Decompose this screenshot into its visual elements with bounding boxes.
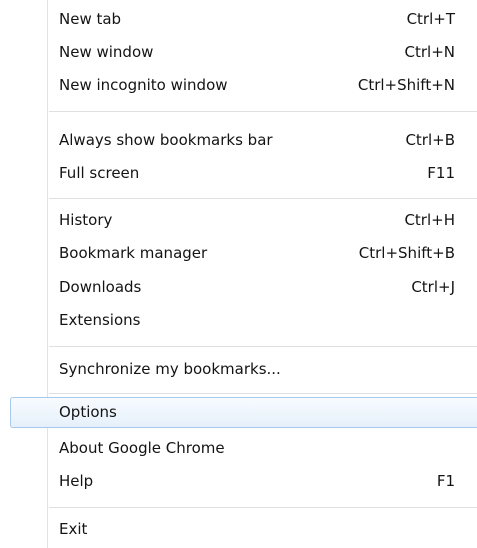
- chrome-wrench-menu: New tab Ctrl+T New window Ctrl+N New inc…: [0, 0, 477, 548]
- menu-item-shortcut: Ctrl+N: [404, 43, 455, 61]
- menu-item-label: Exit: [59, 520, 88, 538]
- menu-separator: [49, 346, 477, 348]
- menu-item-downloads[interactable]: Downloads Ctrl+J: [10, 272, 477, 303]
- menu-item-always-show-bookmarks-bar[interactable]: Always show bookmarks bar Ctrl+B: [10, 125, 477, 156]
- menu-item-label: History: [59, 211, 113, 229]
- menu-item-label: Options: [59, 403, 117, 421]
- menu-separator: [49, 111, 477, 113]
- menu-separator: [49, 393, 477, 395]
- menu-item-label: Help: [59, 472, 94, 490]
- menu-item-shortcut: Ctrl+H: [404, 211, 455, 229]
- menu-item-label: New incognito window: [59, 76, 228, 94]
- menu-item-label: New tab: [59, 10, 122, 28]
- menu-item-label: Synchronize my bookmarks...: [59, 360, 281, 378]
- menu-item-label: Bookmark manager: [59, 244, 208, 262]
- menu-item-label: About Google Chrome: [59, 439, 225, 457]
- menu-item-help[interactable]: Help F1: [10, 466, 477, 497]
- menu-item-new-tab[interactable]: New tab Ctrl+T: [10, 4, 477, 35]
- menu-item-shortcut: F11: [427, 164, 455, 182]
- menu-item-shortcut: Ctrl+Shift+B: [358, 244, 455, 262]
- menu-item-history[interactable]: History Ctrl+H: [10, 205, 477, 236]
- menu-item-synchronize-bookmarks[interactable]: Synchronize my bookmarks...: [10, 354, 477, 385]
- menu-item-label: Extensions: [59, 311, 141, 329]
- menu-item-shortcut: Ctrl+Shift+N: [357, 76, 455, 94]
- menu-item-full-screen[interactable]: Full screen F11: [10, 158, 477, 189]
- menu-item-shortcut: Ctrl+J: [411, 278, 455, 296]
- menu-item-bookmark-manager[interactable]: Bookmark manager Ctrl+Shift+B: [10, 238, 477, 269]
- menu-item-shortcut: Ctrl+T: [406, 10, 455, 28]
- menu-separator: [49, 507, 477, 509]
- menu-item-label: Always show bookmarks bar: [59, 131, 273, 149]
- menu-item-about-google-chrome[interactable]: About Google Chrome: [10, 433, 477, 464]
- menu-item-new-incognito-window[interactable]: New incognito window Ctrl+Shift+N: [10, 70, 477, 101]
- menu-item-label: Downloads: [59, 278, 142, 296]
- menu-item-exit[interactable]: Exit: [10, 514, 477, 545]
- menu-item-label: Full screen: [59, 164, 140, 182]
- menu-item-label: New window: [59, 43, 154, 61]
- menu-item-shortcut: F1: [436, 472, 455, 490]
- menu-item-new-window[interactable]: New window Ctrl+N: [10, 37, 477, 68]
- menu-item-options[interactable]: Options: [10, 397, 477, 428]
- menu-separator: [49, 198, 477, 200]
- menu-item-extensions[interactable]: Extensions: [10, 305, 477, 336]
- menu-item-shortcut: Ctrl+B: [405, 131, 455, 149]
